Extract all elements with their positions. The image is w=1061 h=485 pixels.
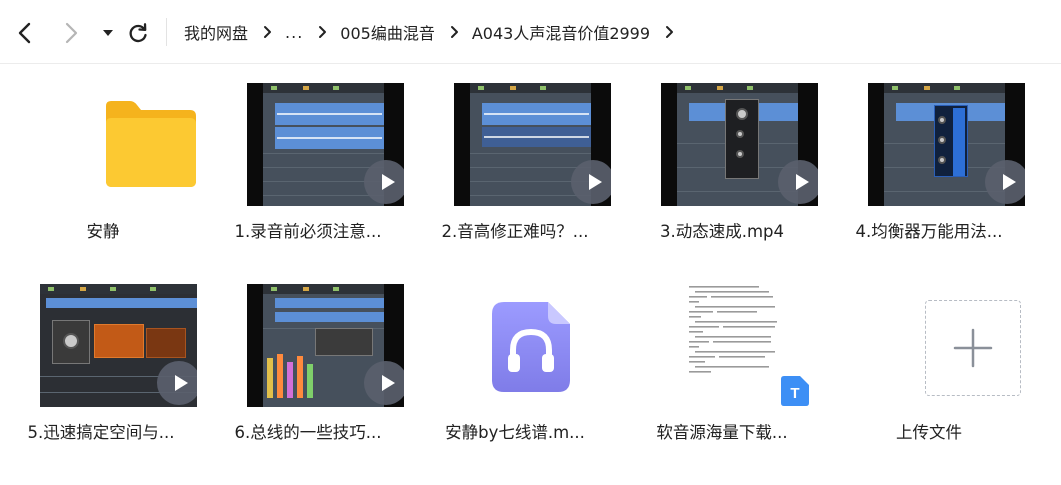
play-icon	[174, 375, 188, 391]
file-name: 4.均衡器万能用法...	[855, 222, 1003, 241]
file-name: 软音源海量下载...	[656, 423, 788, 442]
video-thumbnail	[247, 83, 404, 206]
play-icon	[381, 375, 395, 391]
play-icon	[381, 174, 395, 190]
file-item-video-6[interactable]: 6.总线的一些技巧...	[213, 284, 404, 449]
play-icon	[588, 174, 602, 190]
text-file-badge-icon: T	[781, 376, 809, 406]
file-item-video-5[interactable]: 5.迅速搞定空间与...	[6, 284, 197, 449]
file-item-audio[interactable]: 安静by七线谱.m...	[420, 284, 610, 449]
play-button[interactable]	[571, 160, 611, 204]
chevron-right-icon	[65, 22, 78, 44]
file-item-video-3[interactable]: 3.动态速成.mp4	[627, 83, 818, 248]
chevron-right-icon	[318, 25, 327, 39]
forward-button[interactable]	[58, 20, 84, 46]
refresh-icon	[129, 23, 147, 43]
breadcrumb-item-current[interactable]: A043人声混音价值2999	[472, 20, 650, 44]
chevron-right-icon	[263, 25, 272, 39]
file-name: 安静by七线谱.m...	[445, 423, 585, 442]
chevron-left-icon	[18, 22, 31, 44]
file-item-folder[interactable]: 安静	[8, 83, 198, 248]
file-name: 3.动态速成.mp4	[659, 222, 785, 241]
folder-thumbnail	[42, 83, 199, 206]
upload-file-tile[interactable]: 上传文件	[834, 284, 1024, 449]
video-thumbnail	[454, 83, 611, 206]
back-button[interactable]	[12, 20, 38, 46]
file-item-video-1[interactable]: 1.录音前必须注意...	[213, 83, 404, 248]
breadcrumb-ellipsis[interactable]: ...	[285, 23, 303, 42]
play-icon	[795, 174, 809, 190]
play-button[interactable]	[364, 361, 404, 405]
video-thumbnail	[247, 284, 404, 407]
upload-label: 上传文件	[896, 423, 962, 442]
play-button[interactable]	[157, 361, 197, 405]
audio-thumbnail	[454, 284, 611, 407]
file-item-video-2[interactable]: 2.音高修正难吗？...	[420, 83, 611, 248]
file-name: 6.总线的一些技巧...	[234, 423, 382, 442]
toolbar-divider	[166, 18, 167, 46]
headphones-icon	[492, 302, 570, 392]
breadcrumb-item-root[interactable]: 我的网盘	[184, 20, 248, 44]
plus-icon	[953, 328, 993, 368]
folder-icon	[106, 101, 196, 187]
file-name: 5.迅速搞定空间与...	[27, 423, 175, 442]
refresh-button[interactable]	[125, 20, 151, 46]
file-name: 2.音高修正难吗？...	[441, 222, 589, 241]
video-thumbnail	[868, 83, 1025, 206]
file-item-text[interactable]: T 软音源海量下载...	[627, 284, 817, 449]
chevron-right-icon	[665, 25, 674, 39]
play-button[interactable]	[364, 160, 404, 204]
upload-thumbnail	[868, 284, 1025, 407]
breadcrumb: 我的网盘 ... 005编曲混音 A043人声混音价值2999	[184, 18, 687, 46]
play-button[interactable]	[985, 160, 1025, 204]
file-name: 1.录音前必须注意...	[234, 222, 382, 241]
play-button[interactable]	[778, 160, 818, 204]
upload-dropzone[interactable]	[925, 300, 1021, 396]
breadcrumb-item-folder[interactable]: 005编曲混音	[340, 20, 435, 44]
play-icon	[1002, 174, 1016, 190]
svg-text:T: T	[790, 385, 799, 402]
history-dropdown-button[interactable]	[95, 20, 121, 46]
caret-down-icon	[103, 30, 113, 36]
video-thumbnail	[40, 284, 197, 407]
file-name: 安静	[86, 222, 120, 241]
video-thumbnail	[661, 83, 818, 206]
file-item-video-4[interactable]: 4.均衡器万能用法...	[834, 83, 1025, 248]
chevron-right-icon	[450, 25, 459, 39]
toolbar: 我的网盘 ... 005编曲混音 A043人声混音价值2999	[0, 0, 1061, 64]
text-thumbnail: T	[661, 284, 818, 407]
